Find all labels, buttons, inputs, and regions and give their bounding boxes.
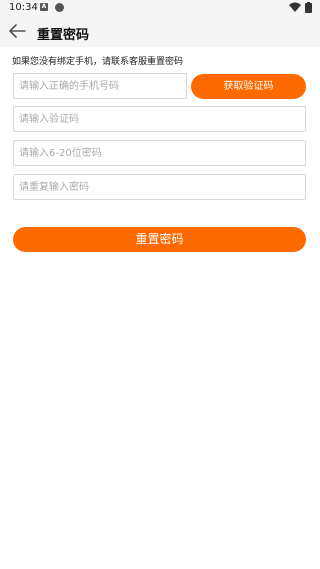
password-field-container — [13, 140, 306, 166]
page-title: 重置密码 — [37, 28, 90, 43]
status-bar: 10:34 A — [0, 0, 320, 16]
get-code-button[interactable]: 获取验证码 — [191, 74, 306, 99]
notification-a-icon: A — [40, 3, 48, 11]
reset-password-button[interactable]: 重置密码 — [13, 227, 306, 252]
code-field-container — [13, 106, 306, 132]
battery-icon — [305, 2, 312, 13]
confirm-field-container — [13, 174, 306, 200]
status-time: 10:34 — [9, 2, 38, 13]
notification-dot-icon — [55, 3, 64, 12]
bind-phone-hint: 如果您没有绑定手机，请联系客服重置密码 — [12, 57, 184, 67]
nav-bar: 重置密码 — [0, 16, 320, 47]
back-arrow-icon[interactable] — [8, 23, 26, 39]
confirm-password-input[interactable] — [14, 175, 305, 200]
phone-field-container — [13, 73, 187, 99]
wifi-icon — [289, 2, 301, 12]
phone-input[interactable] — [14, 74, 186, 99]
verification-code-input[interactable] — [14, 107, 305, 132]
password-input[interactable] — [14, 141, 305, 166]
